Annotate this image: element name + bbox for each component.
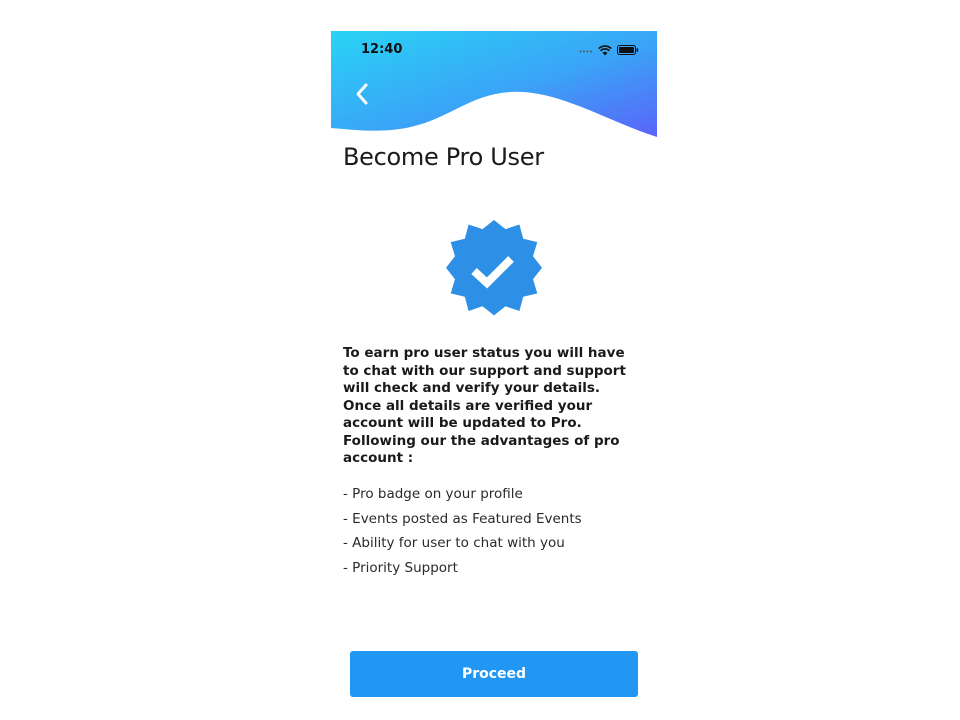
wifi-icon bbox=[598, 44, 612, 55]
proceed-button[interactable]: Proceed bbox=[350, 651, 638, 697]
list-item: - Ability for user to chat with you bbox=[343, 535, 565, 552]
list-item: - Events posted as Featured Events bbox=[343, 510, 582, 527]
advantages-list: - Pro badge on your profile - Events pos… bbox=[343, 485, 643, 584]
battery-icon bbox=[617, 45, 639, 55]
status-bar-icons bbox=[579, 43, 639, 57]
cellular-signal-icon bbox=[579, 50, 592, 53]
back-button[interactable] bbox=[351, 79, 377, 109]
status-bar-time: 12:40 bbox=[361, 42, 403, 57]
list-item: - Priority Support bbox=[343, 560, 458, 577]
phone-screen: 12:40 Become Pro User To earn pro user s… bbox=[331, 31, 657, 720]
chevron-left-icon bbox=[356, 83, 368, 105]
pro-description-text: To earn pro user status you will have to… bbox=[343, 345, 626, 466]
page-title: Become Pro User bbox=[343, 143, 544, 171]
list-item: - Pro badge on your profile bbox=[343, 486, 523, 502]
verified-badge-icon bbox=[446, 220, 542, 316]
